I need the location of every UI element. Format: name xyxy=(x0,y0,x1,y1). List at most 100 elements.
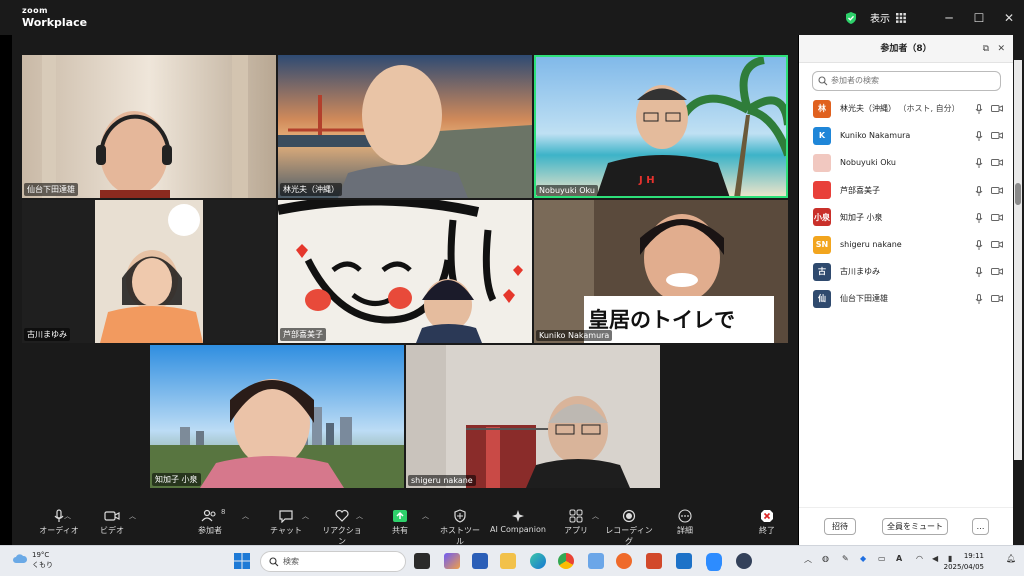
taskbar-search-placeholder: 検索 xyxy=(283,557,299,566)
video-camera-icon[interactable] xyxy=(991,267,1003,276)
chat-options-chevron-icon[interactable]: ︿ xyxy=(302,511,309,521)
close-icon[interactable]: ✕ xyxy=(994,11,1024,25)
clock-time: 19:11 xyxy=(963,552,984,560)
microphone-icon[interactable] xyxy=(975,212,983,223)
microphone-icon[interactable] xyxy=(975,131,983,142)
video-tile[interactable]: shigeru nakane xyxy=(406,345,660,488)
end-meeting-button[interactable]: 終了 xyxy=(752,509,782,536)
app-dark-icon[interactable] xyxy=(736,553,752,569)
participant-row[interactable]: 小泉 知加子 小泉 xyxy=(799,204,1013,231)
ai-companion-button[interactable]: AI Companion xyxy=(490,509,546,534)
chrome-icon[interactable] xyxy=(558,553,574,569)
file-explorer-icon[interactable] xyxy=(500,553,516,569)
zoom-logo: zoom Workplace xyxy=(22,7,87,29)
microphone-icon[interactable] xyxy=(975,158,983,169)
shield-icon[interactable] xyxy=(844,11,858,25)
video-tile[interactable]: 仙台下田達雄 xyxy=(22,55,276,198)
participant-row[interactable]: Nobuyuki Oku xyxy=(799,149,1013,176)
video-tile[interactable]: 知加子 小泉 xyxy=(150,345,404,488)
outlook-icon[interactable] xyxy=(676,553,692,569)
share-button[interactable]: 共有 xyxy=(382,509,418,536)
windows-start-icon[interactable] xyxy=(234,553,250,569)
video-options-chevron-icon[interactable]: ︿ xyxy=(129,511,136,521)
volume-icon[interactable]: ◀ xyxy=(932,554,938,563)
video-tile[interactable]: 林光夫（沖縄） xyxy=(278,55,532,198)
taskbar-search-input[interactable]: 検索 xyxy=(260,551,406,572)
video-camera-icon[interactable] xyxy=(991,294,1003,303)
apps-options-chevron-icon[interactable]: ︿ xyxy=(592,511,599,521)
maximize-icon[interactable]: ☐ xyxy=(964,11,994,25)
mute-all-button[interactable]: 全員をミュート xyxy=(882,518,948,535)
audio-options-chevron-icon[interactable]: ︿ xyxy=(64,511,71,521)
store-icon[interactable] xyxy=(588,553,604,569)
video-camera-icon[interactable] xyxy=(991,158,1003,167)
apps-icon xyxy=(569,509,583,523)
microphone-icon[interactable] xyxy=(975,104,983,114)
apps-button[interactable]: アプリ xyxy=(560,509,592,536)
minimize-icon[interactable]: ─ xyxy=(934,11,964,25)
powerpoint-icon[interactable] xyxy=(646,553,662,569)
more-dots-icon xyxy=(678,509,692,523)
microphone-icon[interactable] xyxy=(975,294,983,305)
tray-usb-icon[interactable]: ▭ xyxy=(878,554,886,563)
copilot-icon[interactable] xyxy=(444,553,460,569)
participant-row[interactable]: 林林光夫（沖縄） （ホスト, 自分） xyxy=(799,95,1013,122)
participant-row[interactable]: 仙仙台下田達雄 xyxy=(799,285,1013,312)
participant-row[interactable]: K Kuniko Nakamura xyxy=(799,122,1013,149)
task-view-icon[interactable] xyxy=(414,553,430,569)
wifi-icon[interactable]: ◠ xyxy=(916,554,923,563)
tray-app-icon[interactable]: ◍ xyxy=(822,554,829,563)
audio-button[interactable]: オーディオ xyxy=(34,509,84,536)
invite-button[interactable]: 招待 xyxy=(824,518,856,535)
video-camera-icon[interactable] xyxy=(991,131,1003,140)
video-tile[interactable]: 古川まゆみ xyxy=(22,200,276,343)
microphone-icon[interactable] xyxy=(975,185,983,196)
pop-out-icon[interactable]: ⧉ xyxy=(983,35,989,63)
video-tile[interactable]: 芦部喜美子 xyxy=(278,200,532,343)
scrollbar-thumb[interactable] xyxy=(1015,183,1021,205)
grid-icon[interactable] xyxy=(896,12,906,23)
participants-options-chevron-icon[interactable]: ︿ xyxy=(242,511,249,521)
participant-row[interactable]: 古古川まゆみ xyxy=(799,258,1013,285)
close-panel-icon[interactable]: ✕ xyxy=(997,35,1005,63)
video-button[interactable]: ビデオ xyxy=(92,509,132,536)
video-camera-icon[interactable] xyxy=(991,240,1003,249)
view-button[interactable]: 表示 xyxy=(870,10,890,25)
video-camera-icon[interactable] xyxy=(991,104,1003,113)
zoom-taskbar-icon[interactable] xyxy=(706,553,722,569)
sparkle-icon xyxy=(512,510,524,522)
video-tile-active-speaker[interactable]: J H Nobuyuki Oku xyxy=(534,55,788,198)
video-feed xyxy=(150,345,404,488)
video-camera-icon[interactable] xyxy=(991,213,1003,222)
video-camera-icon[interactable] xyxy=(991,186,1003,195)
scrollbar-track[interactable] xyxy=(1014,60,1022,460)
share-options-chevron-icon[interactable]: ︿ xyxy=(422,511,429,521)
chat-icon xyxy=(279,510,293,523)
tray-chevron-icon[interactable]: ︿ xyxy=(804,554,812,565)
word-icon[interactable] xyxy=(472,553,488,569)
participant-avatar: SN xyxy=(813,235,831,254)
tray-pen-icon[interactable]: ✎ xyxy=(842,554,849,563)
weather-condition: くもり xyxy=(32,561,53,569)
taskbar-clock[interactable]: 19:11 2025/04/05 xyxy=(944,551,984,573)
microphone-icon[interactable] xyxy=(975,267,983,278)
participant-search-input[interactable]: 参加者の検索 xyxy=(812,71,1001,91)
app-orange-icon[interactable] xyxy=(616,553,632,569)
tray-dropbox-icon[interactable]: ◆ xyxy=(860,554,866,563)
panel-more-button[interactable]: … xyxy=(972,518,989,535)
more-button[interactable]: 詳細 xyxy=(668,509,702,536)
video-tile[interactable]: 皇居のトイレで Kuniko Nakamura xyxy=(534,200,788,343)
participant-row[interactable]: 芦部喜美子 xyxy=(799,177,1013,204)
participant-name-text: 仙台下田達雄 xyxy=(840,294,888,304)
participant-row[interactable]: SN shigeru nakane xyxy=(799,231,1013,258)
notification-bell-icon[interactable]: 🔔︎ xyxy=(1006,554,1016,563)
ime-icon[interactable]: A xyxy=(896,554,902,563)
chat-button[interactable]: チャット xyxy=(266,509,306,536)
microphone-icon[interactable] xyxy=(975,239,983,250)
participant-name-text: Kuniko Nakamura xyxy=(840,131,911,141)
host-tools-button[interactable]: ホストツール xyxy=(438,509,482,547)
reactions-options-chevron-icon[interactable]: ︿ xyxy=(356,511,363,521)
participant-avatar: 古 xyxy=(813,262,831,281)
recording-button[interactable]: レコーディング xyxy=(604,509,654,547)
edge-icon[interactable] xyxy=(530,553,546,569)
